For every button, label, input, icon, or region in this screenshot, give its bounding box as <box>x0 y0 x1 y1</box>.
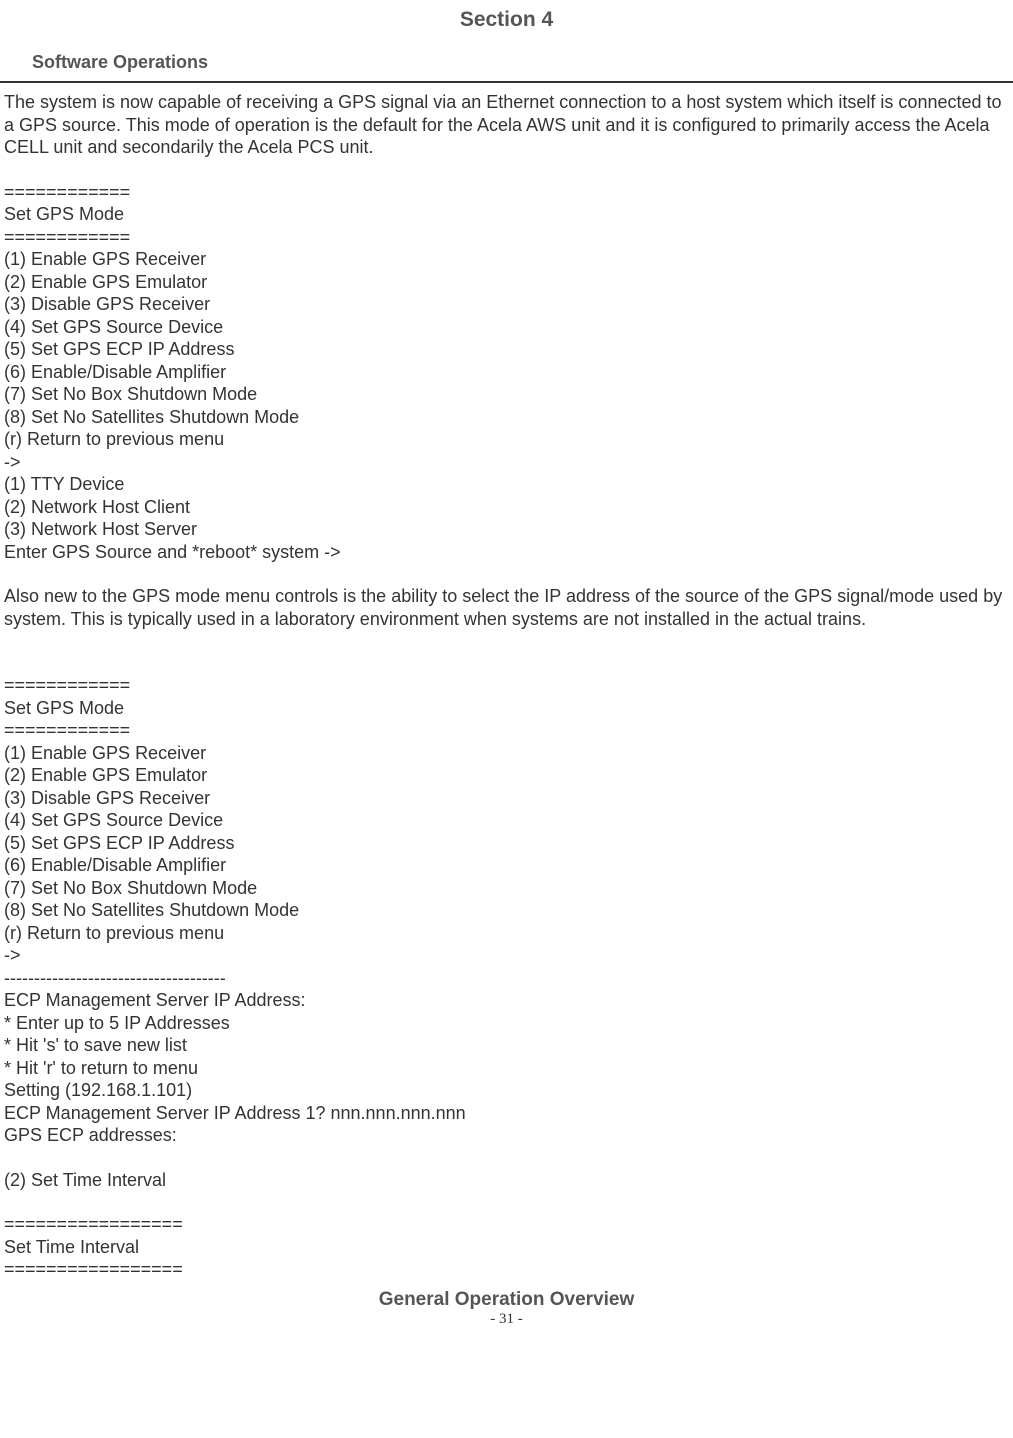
menu-title: Set GPS Mode <box>4 203 1009 226</box>
menu-option: (4) Set GPS Source Device <box>4 316 1009 339</box>
menu-title: Set Time Interval <box>4 1236 1009 1259</box>
prompt: -> <box>4 451 1009 474</box>
menu-option: (1) Enable GPS Receiver <box>4 742 1009 765</box>
menu-title: Set GPS Mode <box>4 697 1009 720</box>
menu-option: (6) Enable/Disable Amplifier <box>4 361 1009 384</box>
menu-option: (8) Set No Satellites Shutdown Mode <box>4 406 1009 429</box>
menu-option: (2) Enable GPS Emulator <box>4 764 1009 787</box>
menu-separator: ================= <box>4 1258 1009 1281</box>
menu-option: (3) Disable GPS Receiver <box>4 293 1009 316</box>
menu-option: (2) Enable GPS Emulator <box>4 271 1009 294</box>
enter-prompt: Enter GPS Source and *reboot* system -> <box>4 541 1009 564</box>
menu-option: (5) Set GPS ECP IP Address <box>4 832 1009 855</box>
intro-paragraph: The system is now capable of receiving a… <box>4 91 1009 159</box>
menu-option: (7) Set No Box Shutdown Mode <box>4 383 1009 406</box>
ecp-question: ECP Management Server IP Address 1? nnn.… <box>4 1102 1009 1125</box>
footer-title: General Operation Overview <box>0 1289 1013 1311</box>
submenu-option: (3) Network Host Server <box>4 518 1009 541</box>
menu-separator: ============ <box>4 719 1009 742</box>
menu-option: (8) Set No Satellites Shutdown Mode <box>4 899 1009 922</box>
page-number: - 31 - <box>0 1311 1013 1328</box>
menu-option: (3) Disable GPS Receiver <box>4 787 1009 810</box>
gps-ecp-label: GPS ECP addresses: <box>4 1124 1009 1147</box>
submenu-option: (1) TTY Device <box>4 473 1009 496</box>
menu-separator: ============ <box>4 226 1009 249</box>
menu-option: (6) Enable/Disable Amplifier <box>4 854 1009 877</box>
menu-separator: ================= <box>4 1213 1009 1236</box>
ecp-instruction: * Enter up to 5 IP Addresses <box>4 1012 1009 1035</box>
setting-line: Setting (192.168.1.101) <box>4 1079 1009 1102</box>
menu-option: (1) Enable GPS Receiver <box>4 248 1009 271</box>
ecp-instruction: * Hit 'r' to return to menu <box>4 1057 1009 1080</box>
ecp-title: ECP Management Server IP Address: <box>4 989 1009 1012</box>
menu-separator: ============ <box>4 181 1009 204</box>
menu-separator: ============ <box>4 674 1009 697</box>
menu-option: (r) Return to previous menu <box>4 428 1009 451</box>
ecp-instruction: * Hit 's' to save new list <box>4 1034 1009 1057</box>
menu-option: (4) Set GPS Source Device <box>4 809 1009 832</box>
section-subtitle: Software Operations <box>0 52 1013 77</box>
menu-option: (r) Return to previous menu <box>4 922 1009 945</box>
dashes: ------------------------------------- <box>4 967 1009 990</box>
submenu-option: (2) Network Host Client <box>4 496 1009 519</box>
menu-option: (5) Set GPS ECP IP Address <box>4 338 1009 361</box>
prompt: -> <box>4 944 1009 967</box>
set-time-option: (2) Set Time Interval <box>4 1169 1009 1192</box>
menu-option: (7) Set No Box Shutdown Mode <box>4 877 1009 900</box>
section-title: Section 4 <box>0 8 1013 32</box>
mid-paragraph: Also new to the GPS mode menu controls i… <box>4 585 1009 630</box>
